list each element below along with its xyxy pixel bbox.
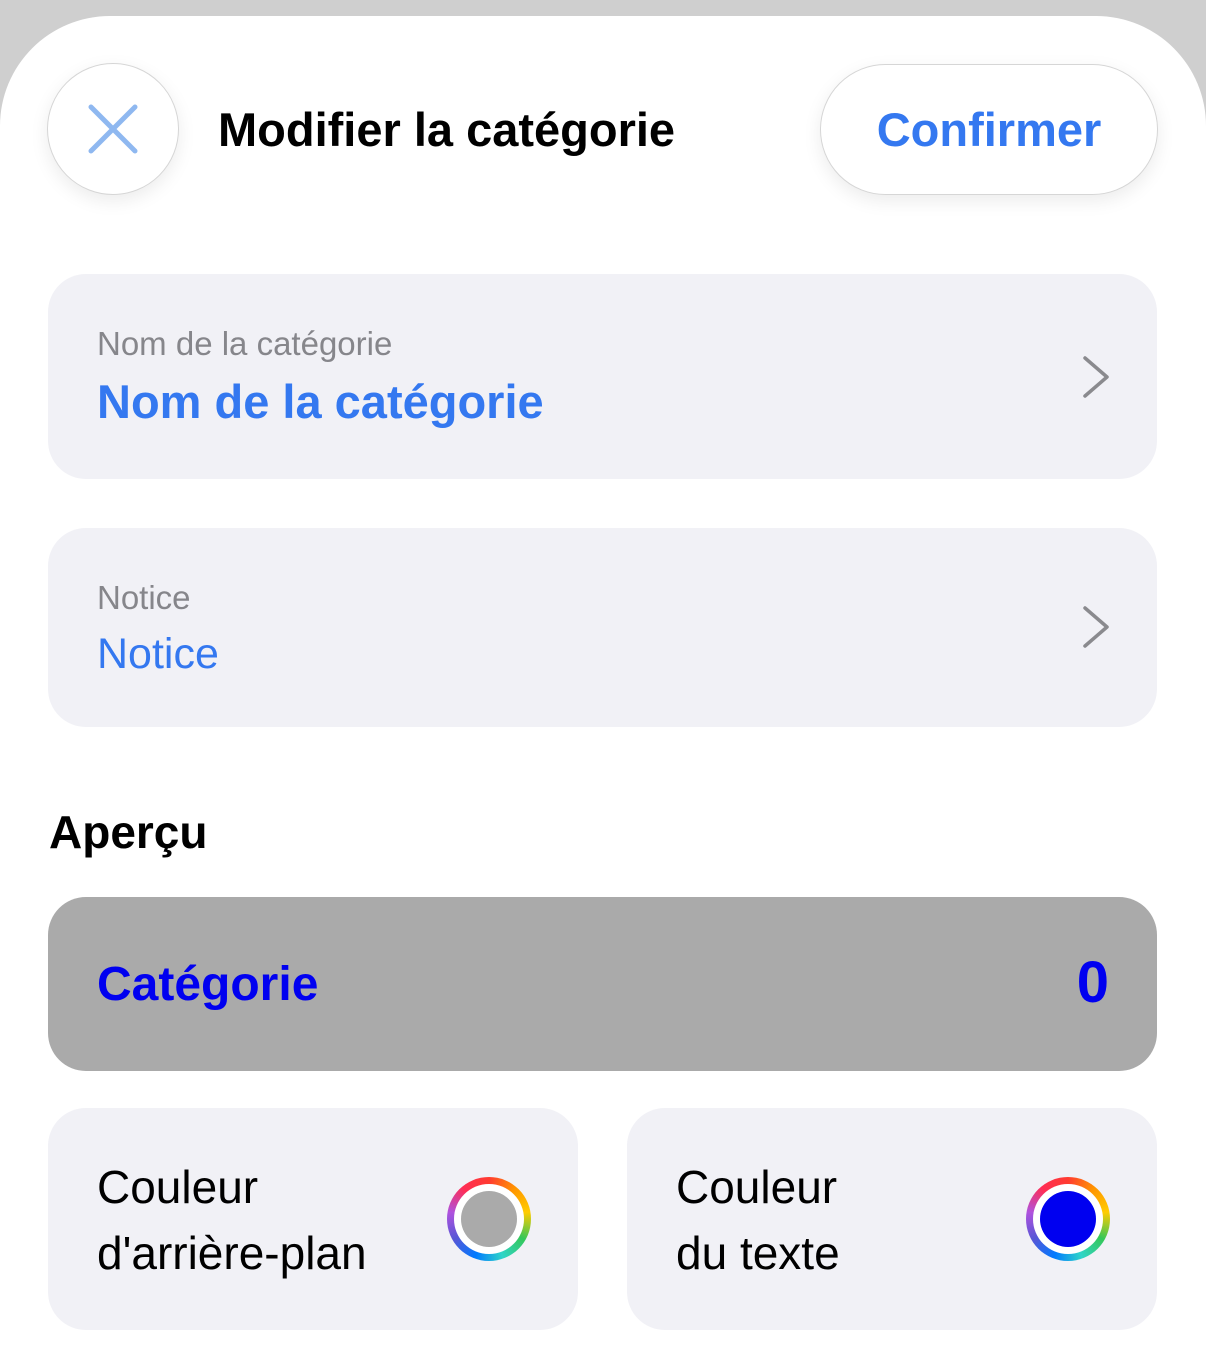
notice-caption: Notice [97, 579, 191, 616]
preview-section-title: Aperçu [49, 806, 208, 858]
background-color-label-line1: Couleur [97, 1161, 259, 1213]
notice-value: Notice [97, 630, 219, 678]
background-color-label: Couleur d'arrière-plan [97, 1154, 367, 1286]
category-name-caption: Nom de la catégorie [97, 325, 393, 362]
chevron-right-icon [1083, 606, 1109, 648]
preview-category-count: 0 [1076, 950, 1109, 1015]
text-color-picker[interactable]: Couleur du texte [627, 1108, 1157, 1330]
close-button[interactable] [47, 63, 179, 195]
text-color-well[interactable] [1026, 1177, 1110, 1261]
text-color-label-line1: Couleur [676, 1161, 838, 1213]
chevron-right-icon [1083, 356, 1109, 398]
category-name-field[interactable]: Nom de la catégorie Nom de la catégorie [48, 274, 1157, 479]
background-color-swatch [461, 1191, 517, 1247]
preview-category-label: Catégorie [97, 958, 319, 1011]
sheet-title: Modifier la catégorie [218, 103, 676, 156]
edit-category-sheet: Modifier la catégorie Confirmer Nom de l… [0, 16, 1206, 1362]
category-name-value: Nom de la catégorie [97, 375, 544, 428]
background-color-label-line2: d'arrière-plan [97, 1227, 367, 1279]
background-color-well[interactable] [447, 1177, 531, 1261]
text-color-swatch [1040, 1191, 1096, 1247]
confirm-button[interactable]: Confirmer [820, 64, 1158, 195]
background-color-picker[interactable]: Couleur d'arrière-plan [48, 1108, 578, 1330]
xmark-icon [88, 104, 138, 154]
text-color-label-line2: du texte [676, 1227, 840, 1279]
text-color-label: Couleur du texte [676, 1154, 840, 1286]
category-preview: Catégorie 0 [48, 897, 1157, 1071]
notice-field[interactable]: Notice Notice [48, 528, 1157, 727]
